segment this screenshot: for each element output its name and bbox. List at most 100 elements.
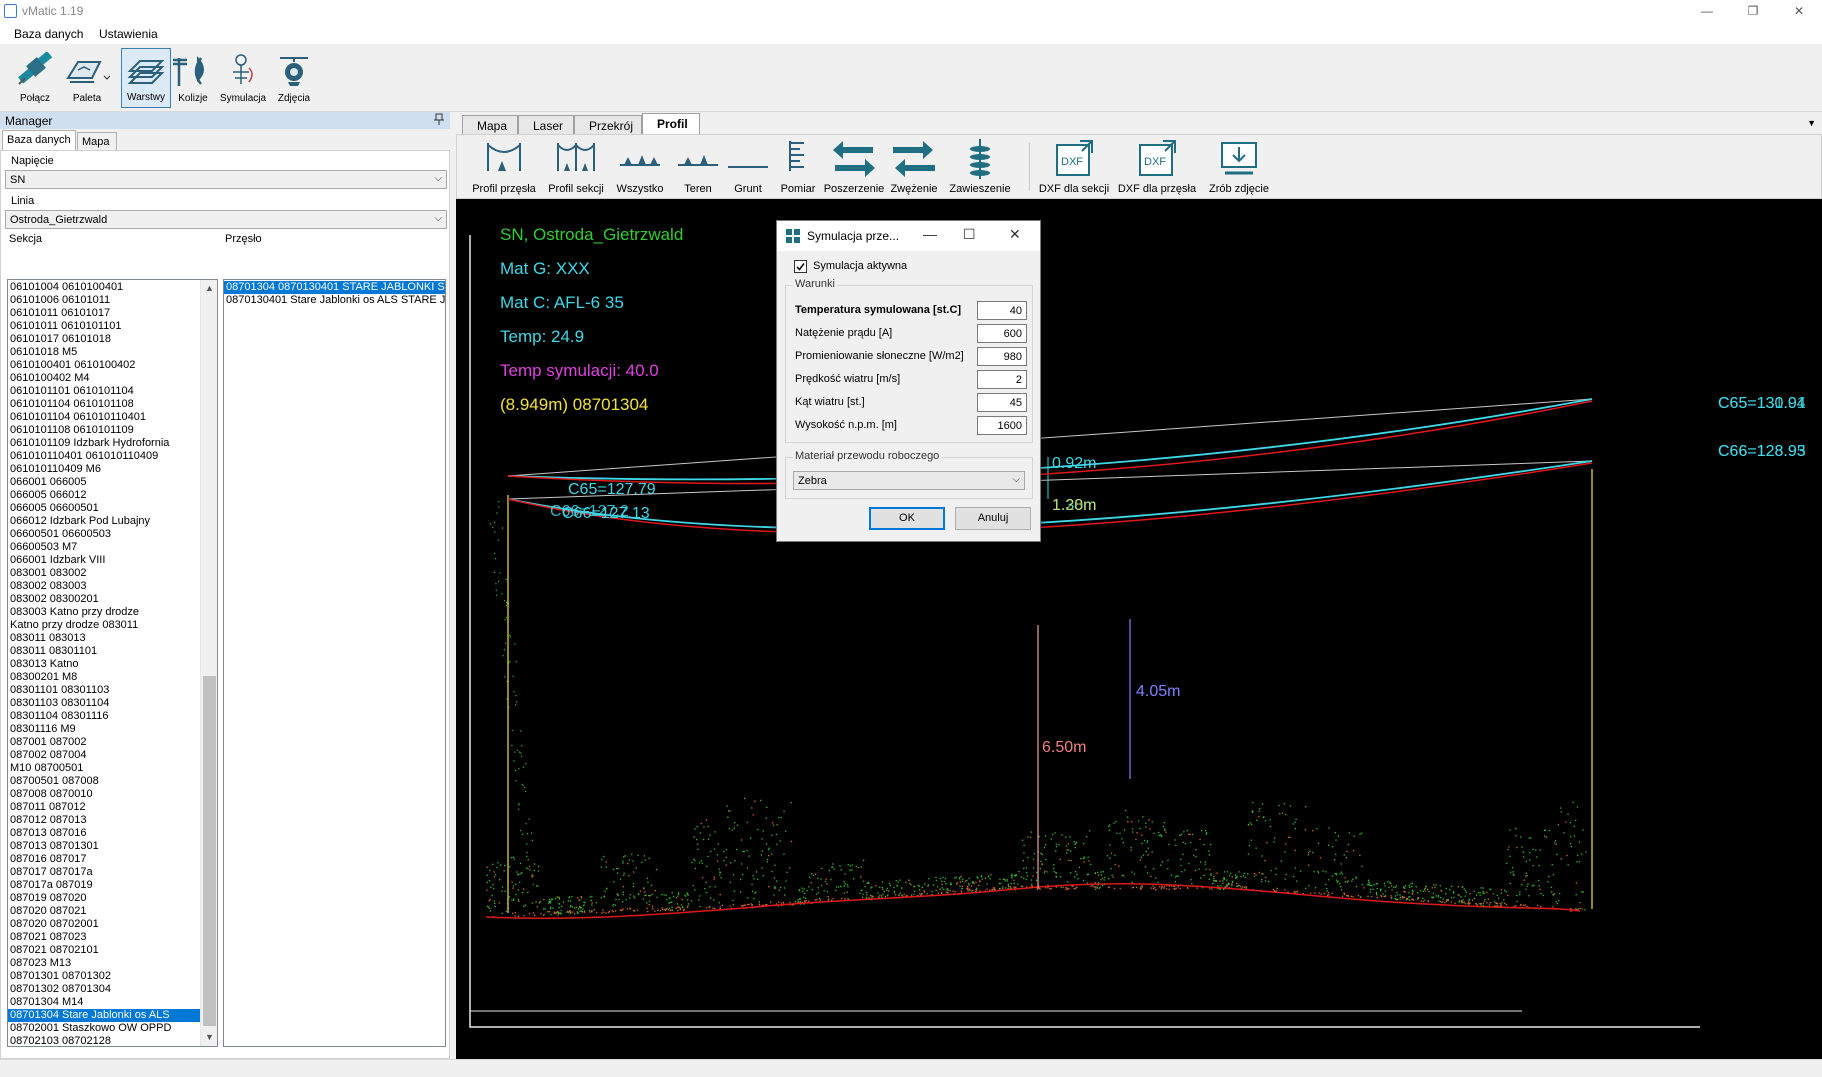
sekcja-item[interactable]: 08301104 08301116: [8, 710, 217, 723]
dialog-close-button[interactable]: ✕: [1009, 226, 1021, 243]
sekcja-item[interactable]: 066005 066012: [8, 489, 217, 502]
sekcja-item[interactable]: 087023 M13: [8, 957, 217, 970]
sekcja-item[interactable]: 06101004 0610100401: [8, 281, 217, 294]
minimize-button[interactable]: —: [1684, 0, 1730, 22]
photos-button[interactable]: Zdjęcia: [269, 48, 319, 108]
collisions-button[interactable]: Kolizje: [168, 48, 218, 108]
sekcja-item[interactable]: 0610101108 0610101109: [8, 424, 217, 437]
sekcja-item[interactable]: 0610101104 0610101108: [8, 398, 217, 411]
sekcja-item[interactable]: 061010110401 061010110409: [8, 450, 217, 463]
sekcja-scrollbar[interactable]: ▲ ▼: [200, 280, 217, 1046]
ok-button[interactable]: OK: [869, 507, 945, 530]
restore-button[interactable]: ❐: [1730, 0, 1776, 22]
sekcja-item[interactable]: M10 08700501: [8, 762, 217, 775]
altitude-input[interactable]: 1600: [977, 416, 1027, 435]
narrow-button[interactable]: Zwężenie: [887, 137, 941, 197]
cancel-button[interactable]: Anuluj: [955, 507, 1031, 530]
napiecie-select[interactable]: SN ⌵: [5, 170, 447, 189]
sekcja-item[interactable]: Katno przy drodze 083011: [8, 619, 217, 632]
ground-button[interactable]: Grunt: [721, 137, 775, 197]
tab-mapa-view[interactable]: Mapa: [462, 115, 518, 134]
span-profile-button[interactable]: Profil przęsła: [469, 137, 539, 197]
przeslo-item[interactable]: 0870130401 Stare Jablonki os ALS STARE J: [224, 294, 445, 307]
dxf-section-button[interactable]: DXF DXF dla sekcji: [1035, 137, 1113, 197]
sekcja-item[interactable]: 06101011 0610101101: [8, 320, 217, 333]
current-input[interactable]: 600: [977, 324, 1027, 343]
sekcja-item[interactable]: 0610101104 061010110401: [8, 411, 217, 424]
sekcja-item[interactable]: 08701301 08701302: [8, 970, 217, 983]
sekcja-item[interactable]: 066012 Idzbark Pod Lubajny: [8, 515, 217, 528]
sekcja-item[interactable]: 08301101 08301103: [8, 684, 217, 697]
menu-ustawienia[interactable]: Ustawienia: [99, 27, 158, 41]
sekcja-item[interactable]: 087016 087017: [8, 853, 217, 866]
sekcja-item[interactable]: 08700501 087008: [8, 775, 217, 788]
sekcja-item[interactable]: 087017a 087019: [8, 879, 217, 892]
sekcja-item[interactable]: 06101018 M5: [8, 346, 217, 359]
sekcja-item[interactable]: 087019 087020: [8, 892, 217, 905]
sekcja-item[interactable]: 087020 087021: [8, 905, 217, 918]
tab-baza-danych[interactable]: Baza danych: [2, 130, 76, 150]
terrain-button[interactable]: Teren: [671, 137, 725, 197]
scroll-up-icon[interactable]: ▲: [201, 280, 217, 297]
sekcja-item[interactable]: 083003 Katno przy drodze: [8, 606, 217, 619]
sekcja-item[interactable]: 087012 087013: [8, 814, 217, 827]
sekcja-item[interactable]: 0610100401 0610100402: [8, 359, 217, 372]
sekcja-item[interactable]: 08701302 08701304: [8, 983, 217, 996]
menu-baza-danych[interactable]: Baza danych: [14, 27, 83, 41]
sekcja-item[interactable]: 08301116 M9: [8, 723, 217, 736]
sekcja-item[interactable]: 083002 08300201: [8, 593, 217, 606]
profile-canvas[interactable]: SN, Ostroda_Gietrzwald Mat G: XXX Mat C:…: [456, 199, 1822, 1059]
sekcja-item[interactable]: 06600501 06600503: [8, 528, 217, 541]
tabs-dropdown-icon[interactable]: ▼: [1807, 118, 1816, 128]
sekcja-item[interactable]: 0610101101 0610101104: [8, 385, 217, 398]
sekcja-item[interactable]: 083001 083002: [8, 567, 217, 580]
przeslo-list[interactable]: 08701304 0870130401 STARE JABLONKI S 0870…: [223, 279, 446, 1047]
sekcja-item[interactable]: 083011 08301101: [8, 645, 217, 658]
sekcja-list[interactable]: 06101004 0610100401 06101006 06101011 0610…: [7, 279, 218, 1047]
sekcja-item[interactable]: 06101017 06101018: [8, 333, 217, 346]
sekcja-item[interactable]: 083011 083013: [8, 632, 217, 645]
wind-angle-input[interactable]: 45: [977, 393, 1027, 412]
tab-przekroj[interactable]: Przekrój: [574, 115, 642, 134]
sekcja-item[interactable]: 087017 087017a: [8, 866, 217, 879]
sekcja-item[interactable]: 087013 087016: [8, 827, 217, 840]
sekcja-item[interactable]: 087011 087012: [8, 801, 217, 814]
sekcja-item[interactable]: 066005 06600501: [8, 502, 217, 515]
pin-icon[interactable]: [434, 113, 444, 125]
tab-profil[interactable]: Profil: [642, 113, 700, 134]
sekcja-item[interactable]: 06600503 M7: [8, 541, 217, 554]
screenshot-button[interactable]: Zrób zdjęcie: [1203, 137, 1275, 197]
sekcja-item[interactable]: 066001 066005: [8, 476, 217, 489]
sekcja-item[interactable]: 087008 0870010: [8, 788, 217, 801]
sekcja-item[interactable]: 087013 08701301: [8, 840, 217, 853]
sekcja-item[interactable]: 08701304 M14: [8, 996, 217, 1009]
sekcja-item[interactable]: 0610101109 Idzbark Hydrofornia: [8, 437, 217, 450]
sekcja-item[interactable]: 0610100402 M4: [8, 372, 217, 385]
przeslo-item[interactable]: 08701304 0870130401 STARE JABLONKI S: [224, 281, 445, 294]
sekcja-item[interactable]: 087021 087023: [8, 931, 217, 944]
palette-button[interactable]: Paleta: [62, 48, 112, 108]
all-button[interactable]: Wszystko: [613, 137, 667, 197]
dialog-maximize-button[interactable]: ☐: [963, 226, 976, 243]
sekcja-item[interactable]: 06101006 06101011: [8, 294, 217, 307]
sekcja-item[interactable]: 087001 087002: [8, 736, 217, 749]
measure-button[interactable]: Pomiar: [775, 137, 821, 197]
dialog-minimize-button[interactable]: —: [923, 226, 937, 242]
close-button[interactable]: ✕: [1776, 0, 1822, 22]
material-select[interactable]: Zebra ⌵: [793, 471, 1025, 490]
linia-select[interactable]: Ostroda_Gietrzwald ⌵: [5, 210, 447, 229]
sekcja-item[interactable]: 087021 08702101: [8, 944, 217, 957]
sekcja-item[interactable]: 08702001 Staszkowo OW OPPD: [8, 1022, 217, 1035]
dxf-span-button[interactable]: DXF DXF dla przęsła: [1117, 137, 1197, 197]
sekcja-item[interactable]: 08300201 M8: [8, 671, 217, 684]
layers-button[interactable]: Warstwy: [121, 48, 171, 108]
scroll-down-icon[interactable]: ▼: [201, 1029, 217, 1046]
sekcja-item[interactable]: 066001 Idzbark VIII: [8, 554, 217, 567]
sekcja-item[interactable]: 08301103 08301104: [8, 697, 217, 710]
sekcja-item[interactable]: 083002 083003: [8, 580, 217, 593]
wind-speed-input[interactable]: 2: [977, 370, 1027, 389]
solar-input[interactable]: 980: [977, 347, 1027, 366]
connect-button[interactable]: Połącz: [10, 48, 60, 108]
sekcja-item[interactable]: 08701304 Stare Jablonki os ALS: [8, 1009, 217, 1022]
sekcja-item[interactable]: 08702103 08702128: [8, 1035, 217, 1046]
